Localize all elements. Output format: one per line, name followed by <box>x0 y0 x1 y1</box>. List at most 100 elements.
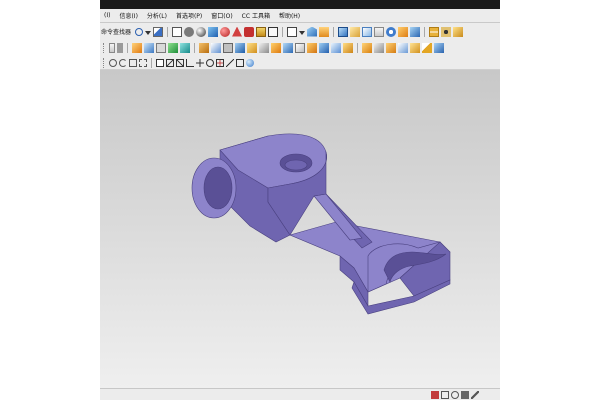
measure-icon[interactable] <box>398 43 408 53</box>
dropdown-arrow-icon[interactable] <box>299 31 306 35</box>
part-side-hole <box>203 166 233 210</box>
edge-blend-icon[interactable] <box>453 26 464 37</box>
view-fit-icon[interactable] <box>287 26 298 37</box>
revolve-icon[interactable] <box>386 26 397 37</box>
mirror-icon[interactable] <box>259 43 269 53</box>
hole-icon[interactable] <box>441 26 452 37</box>
line-tool-icon[interactable] <box>429 26 440 37</box>
redo-icon[interactable] <box>184 26 195 37</box>
snap-line-icon[interactable] <box>176 58 184 67</box>
cursor-select-icon[interactable] <box>153 26 164 37</box>
status-bar <box>100 388 500 400</box>
offset-icon[interactable] <box>211 43 221 53</box>
selection-filter-icon[interactable] <box>451 390 459 399</box>
menu-item-help[interactable]: 帮助(H) <box>275 11 305 20</box>
undo-icon[interactable] <box>172 26 183 37</box>
shape-tool-icon[interactable] <box>232 26 243 37</box>
snap-perpendicular-icon[interactable] <box>186 58 194 67</box>
red-shape-icon[interactable] <box>244 26 255 37</box>
edit-pen-icon[interactable] <box>422 43 432 53</box>
orange-pad-icon[interactable] <box>132 43 142 53</box>
blue-cube-icon[interactable] <box>338 26 349 37</box>
blue-prism-icon[interactable] <box>307 26 318 37</box>
split-body-icon[interactable] <box>374 43 384 53</box>
snap-cross-icon[interactable] <box>196 58 204 67</box>
red-sphere-icon[interactable] <box>220 26 231 37</box>
toolbar-separator <box>167 26 169 37</box>
bracket-part-3d[interactable] <box>100 70 500 388</box>
menu-item-preferences[interactable]: 首选项(P) <box>172 11 207 20</box>
sphere-render-icon[interactable] <box>196 26 207 37</box>
title-bar <box>100 0 500 9</box>
toolbar-separator <box>194 43 195 53</box>
boss-icon[interactable] <box>156 43 166 53</box>
toolbar-separator <box>127 43 128 53</box>
intersect-icon[interactable] <box>343 43 353 53</box>
extrude-icon[interactable] <box>374 26 385 37</box>
shaded-cube-icon[interactable] <box>208 26 219 37</box>
chamfer-icon[interactable] <box>283 43 293 53</box>
snap-quadrant-icon[interactable] <box>216 58 224 67</box>
menu-item-window[interactable]: 窗口(O) <box>207 11 237 20</box>
part-top-hole-inner <box>284 159 308 171</box>
unite-icon[interactable] <box>319 43 329 53</box>
patch-icon[interactable] <box>386 43 396 53</box>
wrench-icon[interactable] <box>471 390 479 399</box>
line-icon[interactable] <box>109 43 115 53</box>
snap-point-icon[interactable] <box>236 58 244 67</box>
dropdown-arrow-icon[interactable] <box>145 31 152 35</box>
attribute-icon[interactable] <box>410 43 420 53</box>
snap-tangent-icon[interactable] <box>226 58 234 67</box>
command-finder-label[interactable]: 命令查找器 <box>101 27 131 36</box>
toolbar-grip[interactable] <box>103 57 106 68</box>
snap-icon[interactable] <box>431 390 439 399</box>
toolbar-snap <box>100 56 500 70</box>
lock-icon[interactable] <box>461 390 469 399</box>
green-feature-icon[interactable] <box>168 43 178 53</box>
draft-icon[interactable] <box>307 43 317 53</box>
surface-icon[interactable] <box>199 43 209 53</box>
teal-cube-icon[interactable] <box>180 43 190 53</box>
snap-center-icon[interactable] <box>206 58 214 67</box>
toolbar-separator <box>282 26 284 37</box>
menu-item-information[interactable]: 信息(I) <box>115 11 142 20</box>
menu-bar: (I) 信息(I) 分析(L) 首选项(P) 窗口(O) CC 工具箱 帮助(H… <box>100 9 500 23</box>
snap-midpoint-icon[interactable] <box>166 58 174 67</box>
datum-plane-icon[interactable] <box>350 26 361 37</box>
shell-icon[interactable] <box>295 43 305 53</box>
grid-icon[interactable] <box>441 390 449 399</box>
magnifier-icon[interactable] <box>135 27 144 36</box>
globe-icon[interactable] <box>246 58 254 67</box>
graphics-viewport[interactable] <box>100 70 500 388</box>
toolbar-grip[interactable] <box>103 43 106 53</box>
column-icon[interactable] <box>117 43 123 53</box>
cad-application-window: (I) 信息(I) 分析(L) 首选项(P) 窗口(O) CC 工具箱 帮助(H… <box>100 0 500 400</box>
rotate-icon[interactable] <box>119 58 127 67</box>
pocket-icon[interactable] <box>144 43 154 53</box>
thicken-icon[interactable] <box>235 43 245 53</box>
fit-icon[interactable] <box>139 58 147 67</box>
menu-item-analysis[interactable]: 分析(L) <box>143 11 172 20</box>
sew-icon[interactable] <box>362 43 372 53</box>
pan-icon[interactable] <box>129 58 137 67</box>
pattern-icon[interactable] <box>271 43 281 53</box>
zoom-icon[interactable] <box>109 58 117 67</box>
toolbar-separator <box>424 26 426 37</box>
trim-icon[interactable] <box>223 43 233 53</box>
toolbar-separator <box>151 57 152 68</box>
layer-icon[interactable] <box>256 26 267 37</box>
orange-feature-icon[interactable] <box>319 26 330 37</box>
blue-shape-icon[interactable] <box>434 43 444 53</box>
subtract-icon[interactable] <box>331 43 341 53</box>
wire-frame-icon[interactable] <box>268 26 279 37</box>
blue-body-icon[interactable] <box>410 26 421 37</box>
menu-item-cc-toolbox[interactable]: CC 工具箱 <box>238 11 275 20</box>
toolbar-separator <box>333 26 335 37</box>
snap-endpoint-icon[interactable] <box>156 58 164 67</box>
toolbar-standard: 命令查找器 <box>100 23 500 41</box>
menu-item-partial[interactable]: (I) <box>100 12 115 19</box>
scale-icon[interactable] <box>247 43 257 53</box>
sketch-icon[interactable] <box>362 26 373 37</box>
orange-tool-icon[interactable] <box>398 26 409 37</box>
toolbar-features <box>100 40 500 57</box>
